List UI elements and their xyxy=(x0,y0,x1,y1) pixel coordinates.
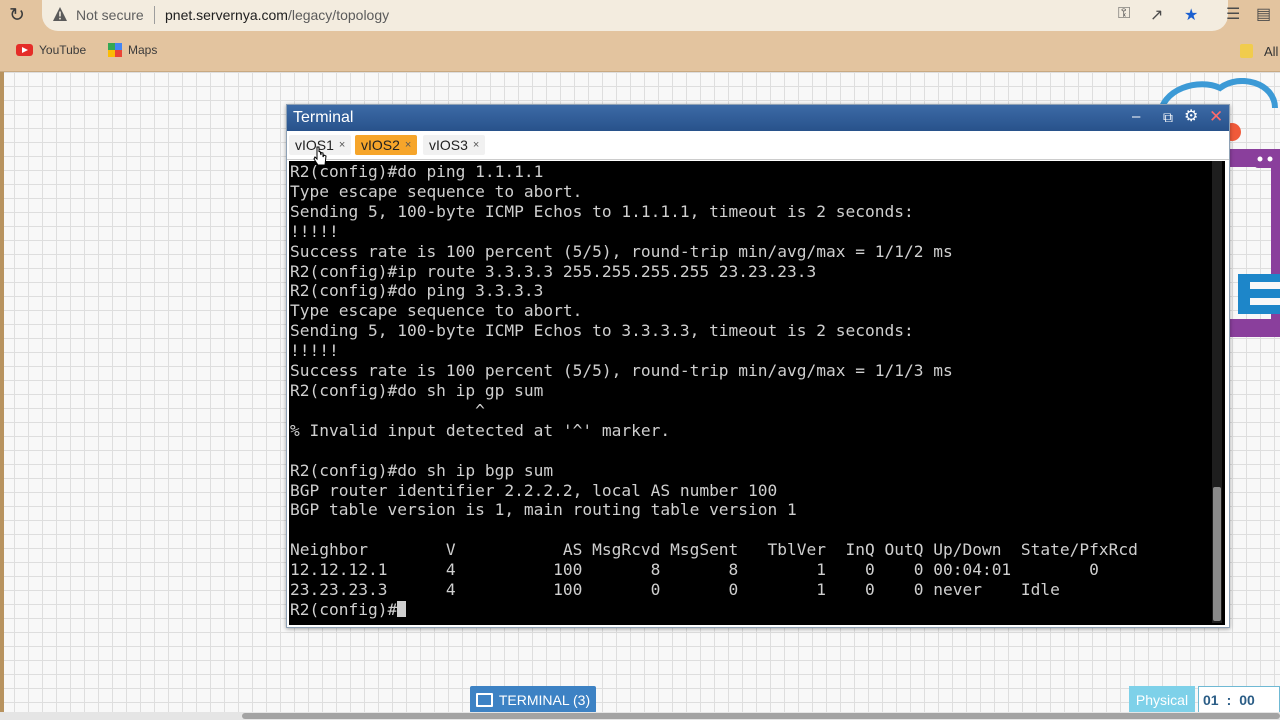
terminal-line: 23.23.23.3 4 100 0 0 1 0 0 never Idle xyxy=(290,580,1060,600)
terminal-line: Type escape sequence to abort. xyxy=(290,301,583,321)
address-separator xyxy=(154,6,155,24)
terminal-line: R2(config)#do sh ip bgp sum xyxy=(290,460,554,480)
terminal-prompt: R2(config)# xyxy=(290,599,398,619)
share-icon[interactable]: ↗ xyxy=(1150,5,1163,25)
url-text[interactable]: pnet.servernya.com/legacy/topology xyxy=(165,7,389,23)
bookmarks-bar: YouTube Maps xyxy=(0,38,1280,66)
bookmark-youtube[interactable]: YouTube xyxy=(16,43,86,57)
terminal-button-label: TERMINAL (3) xyxy=(498,691,591,708)
terminal-line: R2(config)#do ping 3.3.3.3 xyxy=(290,281,544,301)
url-host: pnet.servernya.com xyxy=(165,7,288,23)
restore-icon[interactable]: ⧉ xyxy=(1163,108,1173,126)
monitor-icon xyxy=(475,692,493,707)
mouse-pointer-icon xyxy=(313,146,327,166)
terminal-scroll-thumb[interactable] xyxy=(1213,487,1221,621)
terminal-line: ^ xyxy=(290,400,485,420)
terminal-screen[interactable]: R2(config)#do ping 1.1.1.1 Type escape s… xyxy=(289,161,1225,625)
security-label: Not secure xyxy=(76,7,144,23)
terminal-line: 12.12.12.1 4 100 8 8 1 0 0 00:04:01 0 xyxy=(290,560,1099,580)
terminal-line: Sending 5, 100-byte ICMP Echos to 3.3.3.… xyxy=(290,321,914,341)
all-bookmarks-label[interactable]: All xyxy=(1264,44,1278,59)
terminal-line: Success rate is 100 percent (5/5), round… xyxy=(290,361,953,381)
terminal-line: Sending 5, 100-byte ICMP Echos to 1.1.1.… xyxy=(290,201,914,221)
terminal-cursor xyxy=(397,600,407,617)
terminal-line: BGP table version is 1, main routing tab… xyxy=(290,500,797,520)
terminal-line: BGP router identifier 2.2.2.2, local AS … xyxy=(290,480,778,500)
terminal-scrollbar[interactable] xyxy=(1212,161,1222,623)
bookmark-label: Maps xyxy=(128,43,158,57)
terminal-line: % Invalid input detected at '^' marker. xyxy=(290,420,671,440)
warning-icon xyxy=(53,7,67,21)
tab-close-icon[interactable]: × xyxy=(473,139,479,151)
minimize-icon[interactable]: – xyxy=(1132,108,1140,126)
address-bar[interactable]: Not secure pnet.servernya.com/legacy/top… xyxy=(42,0,1228,31)
lab-timer: 01 : 00 xyxy=(1198,686,1280,713)
maps-icon xyxy=(108,43,122,57)
terminal-line: Success rate is 100 percent (5/5), round… xyxy=(290,241,953,261)
left-edge-strip xyxy=(0,72,4,720)
horizontal-scroll-thumb[interactable] xyxy=(242,713,1280,719)
reload-icon[interactable]: ↻ xyxy=(9,4,25,27)
bookmark-star-icon[interactable]: ★ xyxy=(1184,5,1198,25)
terminal-line: R2(config)#do sh ip gp sum xyxy=(290,380,544,400)
url-path: /legacy/topology xyxy=(287,7,390,23)
physical-mode-button[interactable]: Physical xyxy=(1129,686,1195,713)
terminal-window[interactable]: Terminal – ⧉ ⚙ ✕ vIOS1 × vIOS2 × vIOS3 ×… xyxy=(286,104,1230,628)
terminal-tabs: vIOS1 × vIOS2 × vIOS3 × xyxy=(287,131,1229,160)
reading-list-icon[interactable]: ☰ xyxy=(1226,4,1240,24)
terminal-titlebar[interactable]: Terminal – ⧉ ⚙ ✕ xyxy=(287,105,1229,131)
terminal-line: Type escape sequence to abort. xyxy=(290,181,583,201)
terminal-line: R2(config)#ip route 3.3.3.3 255.255.255.… xyxy=(290,261,817,281)
tab-close-icon[interactable]: × xyxy=(405,139,411,151)
youtube-icon xyxy=(16,44,33,56)
timer-hours: 01 xyxy=(1203,691,1219,708)
key-icon[interactable]: ⚿ xyxy=(1118,5,1130,23)
bookmark-maps[interactable]: Maps xyxy=(108,43,157,57)
bookmark-label: YouTube xyxy=(39,43,87,57)
terminal-output: R2(config)#do ping 1.1.1.1 Type escape s… xyxy=(290,162,1138,620)
tab-close-icon[interactable]: × xyxy=(339,139,345,151)
terminal-line: R2(config)#do ping 1.1.1.1 xyxy=(290,162,544,181)
terminal-title: Terminal xyxy=(293,109,354,126)
tab-vios3[interactable]: vIOS3 × xyxy=(423,135,486,155)
terminal-line: !!!!! xyxy=(290,221,339,241)
terminal-line: !!!!! xyxy=(290,341,339,361)
tab-vios2[interactable]: vIOS2 × xyxy=(355,135,418,155)
tab-label: vIOS3 xyxy=(429,137,468,153)
sidebar-icon[interactable]: ▤ xyxy=(1256,4,1271,24)
terminal-taskbar-button[interactable]: TERMINAL (3) xyxy=(470,686,596,713)
terminal-line: Neighbor V AS MsgRcvd MsgSent TblVer InQ… xyxy=(290,540,1138,560)
tab-label: vIOS2 xyxy=(361,137,400,153)
timer-separator: : xyxy=(1226,691,1232,708)
settings-gear-icon[interactable]: ⚙ xyxy=(1184,108,1198,126)
close-icon[interactable]: ✕ xyxy=(1209,108,1223,126)
timer-minutes: 00 xyxy=(1239,691,1255,708)
folder-icon[interactable] xyxy=(1240,44,1253,58)
